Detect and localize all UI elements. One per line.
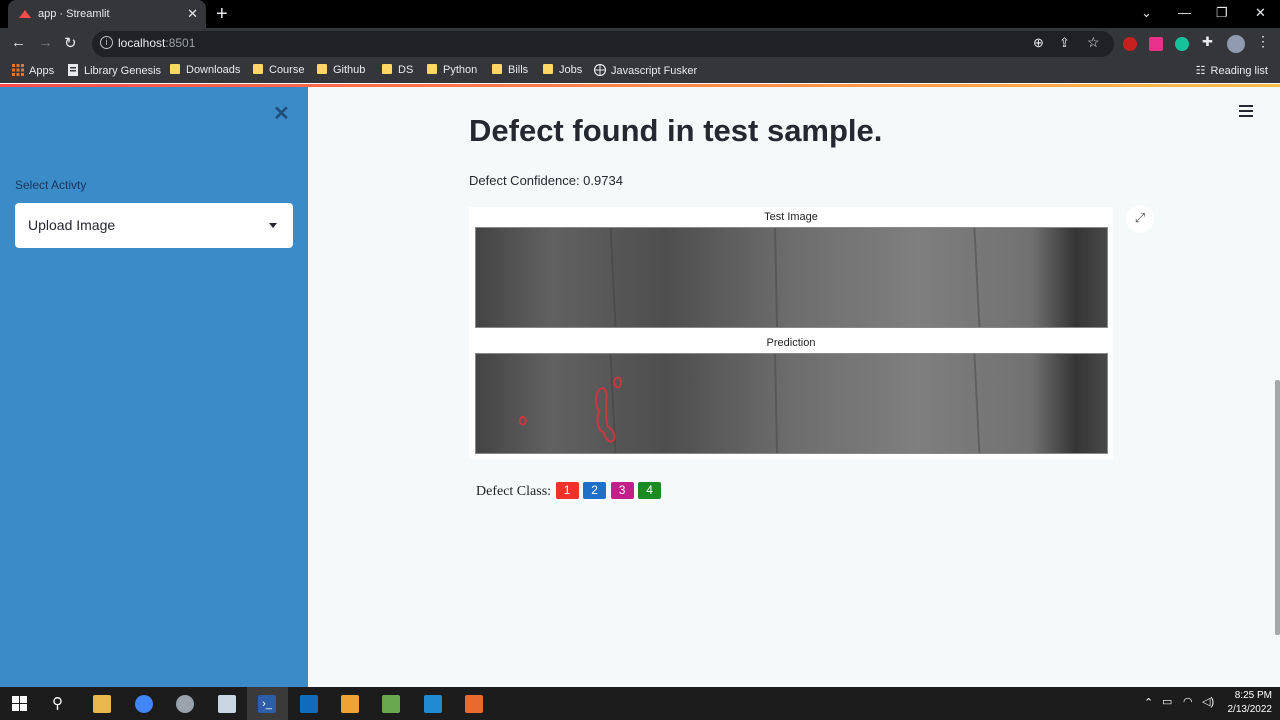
- test-image-title: Test Image: [764, 211, 818, 223]
- bookmark-star-icon[interactable]: ☆: [1087, 34, 1100, 51]
- close-window-icon[interactable]: ✕: [1255, 5, 1266, 21]
- tray-chevron-icon[interactable]: ⌃: [1144, 696, 1153, 709]
- tab-search-icon[interactable]: ⌄: [1141, 5, 1152, 21]
- notepad-icon[interactable]: [218, 695, 236, 713]
- url-port: :8501: [165, 36, 196, 50]
- file-explorer-icon[interactable]: [93, 695, 111, 713]
- activity-select-value: Upload Image: [28, 217, 116, 233]
- restore-icon[interactable]: ❐: [1216, 5, 1228, 21]
- battery-icon[interactable]: ▭: [1162, 695, 1172, 708]
- volume-icon[interactable]: ◁): [1202, 695, 1214, 708]
- bookmark-apps[interactable]: Apps: [12, 64, 54, 77]
- tab-close-icon[interactable]: ✕: [187, 6, 198, 22]
- result-figure: Test Image Prediction: [469, 207, 1113, 459]
- book-icon: [68, 64, 78, 76]
- folder-icon: [427, 64, 437, 74]
- prediction-title: Prediction: [766, 337, 816, 349]
- spreadsheet-app-icon[interactable]: [382, 695, 400, 713]
- new-tab-icon[interactable]: +: [216, 3, 228, 26]
- extension-ublock-icon[interactable]: [1123, 37, 1137, 51]
- taskbar: ⚲ ›_ ⌃ ▭ ◠ ◁) 8:25 PM 2/13/2022: [0, 687, 1280, 720]
- search-icon[interactable]: ⚲: [52, 694, 63, 712]
- bookmark-ds[interactable]: DS: [382, 64, 413, 76]
- folder-icon: [317, 64, 327, 74]
- settings-app-icon[interactable]: [176, 695, 194, 713]
- zoom-icon[interactable]: ⊕: [1033, 35, 1044, 51]
- outlook-icon[interactable]: [300, 695, 318, 713]
- main-content: Defect found in test sample. Defect Conf…: [308, 87, 1280, 687]
- folder-icon: [253, 64, 263, 74]
- extensions-puzzle-icon[interactable]: ✚: [1202, 34, 1216, 49]
- extension-grammarly-icon[interactable]: [1175, 37, 1189, 51]
- defect-class-badge-3: 3: [610, 482, 634, 499]
- sublime-text-icon[interactable]: [341, 695, 359, 713]
- reading-list-icon: ☷: [1195, 65, 1206, 77]
- caret-down-icon: [269, 223, 277, 228]
- bookmark-library-genesis[interactable]: Library Genesis: [67, 64, 161, 77]
- forward-icon[interactable]: →: [38, 34, 53, 51]
- minimize-icon[interactable]: —: [1178, 5, 1191, 20]
- reading-list[interactable]: ☷ Reading list: [1196, 64, 1268, 77]
- tab-title: app · Streamlit: [38, 8, 110, 20]
- reload-icon[interactable]: ↻: [64, 34, 77, 52]
- address-bar[interactable]: i localhost:8501 ⊕ ⇪ ☆: [92, 31, 1114, 57]
- toolbar: ← → ↻ i localhost:8501 ⊕ ⇪ ☆ ✚ ⋮: [0, 28, 1280, 59]
- activity-select-label: Select Activty: [15, 178, 87, 192]
- bookmark-python[interactable]: Python: [427, 64, 477, 76]
- windows-start-icon[interactable]: [12, 696, 27, 711]
- folder-icon: [170, 64, 180, 74]
- bookmark-javascript-fusker[interactable]: Javascript Fusker: [594, 64, 697, 77]
- folder-icon: [492, 64, 502, 74]
- wifi-icon[interactable]: ◠: [1183, 695, 1193, 708]
- defect-class-badge-4: 4: [638, 482, 662, 499]
- activity-select[interactable]: Upload Image: [15, 203, 293, 248]
- bookmark-course[interactable]: Course: [253, 64, 304, 76]
- url-host: localhost: [118, 36, 166, 50]
- sidebar: ✕ Select Activty Upload Image: [0, 87, 308, 687]
- bookmark-jobs[interactable]: Jobs: [543, 64, 582, 76]
- test-image: [475, 227, 1108, 328]
- scrollbar[interactable]: [1275, 380, 1280, 635]
- profile-avatar[interactable]: [1227, 35, 1245, 53]
- app-icon[interactable]: [465, 695, 483, 713]
- streamlit-icon: [19, 10, 31, 18]
- menu-dots-icon[interactable]: ⋮: [1256, 33, 1270, 49]
- defect-class-badge-2: 2: [583, 482, 607, 499]
- prediction-image: [475, 353, 1108, 454]
- defect-class-label: Defect Class:: [476, 484, 552, 499]
- clock-date: 2/13/2022: [1227, 704, 1273, 715]
- folder-icon: [543, 64, 553, 74]
- tab-bar: app · Streamlit ✕ + ⌄ — ❐ ✕: [0, 0, 1280, 28]
- bookmark-bills[interactable]: Bills: [492, 64, 528, 76]
- powershell-icon[interactable]: ›_: [258, 695, 276, 713]
- share-icon[interactable]: ⇪: [1059, 35, 1070, 51]
- defect-class-legend: Defect Class: 1 2 3 4: [476, 482, 662, 500]
- bookmark-github[interactable]: Github: [317, 64, 365, 76]
- bookmarks-bar: Apps Library Genesis Downloads Course Gi…: [0, 59, 1280, 83]
- clock-time: 8:25 PM: [1234, 690, 1272, 701]
- page-title: Defect found in test sample.: [469, 113, 883, 148]
- defect-class-badge-1: 1: [555, 482, 579, 499]
- browser-tab[interactable]: app · Streamlit ✕: [8, 0, 206, 28]
- vscode-icon[interactable]: [424, 695, 442, 713]
- defect-confidence: Defect Confidence: 0.9734: [469, 173, 623, 188]
- chrome-icon[interactable]: [135, 695, 153, 713]
- site-info-icon[interactable]: i: [100, 36, 113, 49]
- folder-icon: [382, 64, 392, 74]
- extension-play-icon[interactable]: [1149, 37, 1163, 51]
- expand-fullscreen-icon[interactable]: ⤢: [1126, 205, 1154, 233]
- hamburger-menu-icon[interactable]: [1239, 105, 1253, 117]
- globe-icon: [594, 64, 606, 76]
- bookmark-downloads[interactable]: Downloads: [170, 64, 240, 76]
- back-icon[interactable]: ←: [11, 34, 26, 51]
- clock[interactable]: 8:25 PM 2/13/2022: [1228, 689, 1273, 717]
- close-sidebar-icon[interactable]: ✕: [273, 101, 290, 126]
- apps-grid-icon: [12, 64, 24, 76]
